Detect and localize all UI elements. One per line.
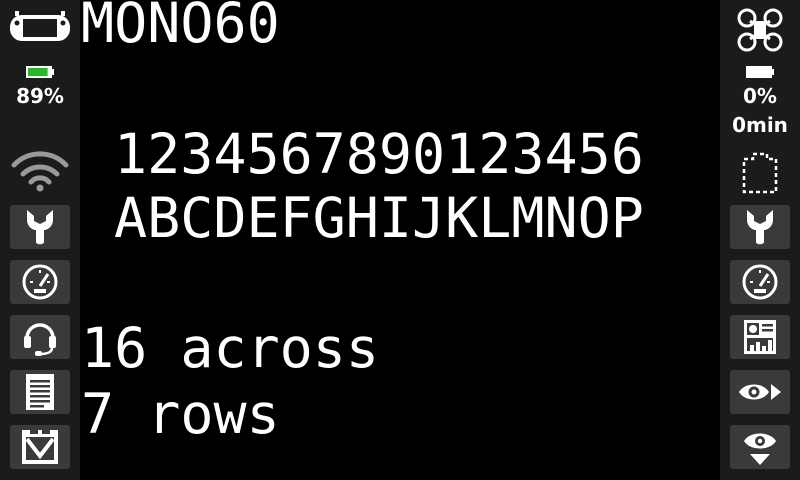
eye-arrow-icon: [739, 384, 781, 400]
battery-percent: 89%: [16, 84, 64, 108]
document-icon: [26, 374, 54, 410]
wifi-icon: [0, 148, 80, 194]
battery-icon: [720, 64, 800, 80]
screen-title: MONO60: [81, 0, 280, 55]
mailbox-button[interactable]: [10, 425, 70, 469]
battery-icon: [0, 64, 80, 80]
eye-down-icon: [744, 433, 776, 465]
view-down-button[interactable]: [730, 425, 790, 469]
wrench-icon: [747, 210, 773, 245]
right-sidebar: 0% 0min: [720, 0, 800, 480]
drone-icon[interactable]: [720, 6, 800, 54]
rows-info: 7 rows: [81, 382, 280, 446]
battery-percent: 0%: [743, 84, 777, 108]
dashed-outline-icon: [720, 150, 800, 196]
radio-icon[interactable]: [0, 6, 80, 50]
headset-button[interactable]: [10, 315, 70, 359]
telemetry-screen-icon: [744, 320, 776, 354]
telemetry-button[interactable]: [730, 315, 790, 359]
digits-line: 1234567890123456: [114, 122, 644, 186]
headset-icon: [24, 323, 56, 356]
setup-button[interactable]: [730, 205, 790, 249]
view-forward-button[interactable]: [730, 370, 790, 414]
gauge-button[interactable]: [10, 260, 70, 304]
battery-time: 0min: [732, 113, 788, 137]
left-sidebar: 89%: [0, 0, 80, 480]
gauge-icon: [22, 264, 58, 300]
letters-line: ABCDEFGHIJKLMNOP: [114, 186, 644, 250]
gauge-button[interactable]: [730, 260, 790, 304]
columns-info: 16 across: [81, 316, 380, 380]
mailbox-icon: [22, 429, 58, 464]
gauge-icon: [742, 264, 778, 300]
wrench-icon: [27, 210, 53, 245]
main-screen: MONO60 1234567890123456 ABCDEFGHIJKLMNOP…: [80, 0, 720, 480]
setup-button[interactable]: [10, 205, 70, 249]
document-button[interactable]: [10, 370, 70, 414]
